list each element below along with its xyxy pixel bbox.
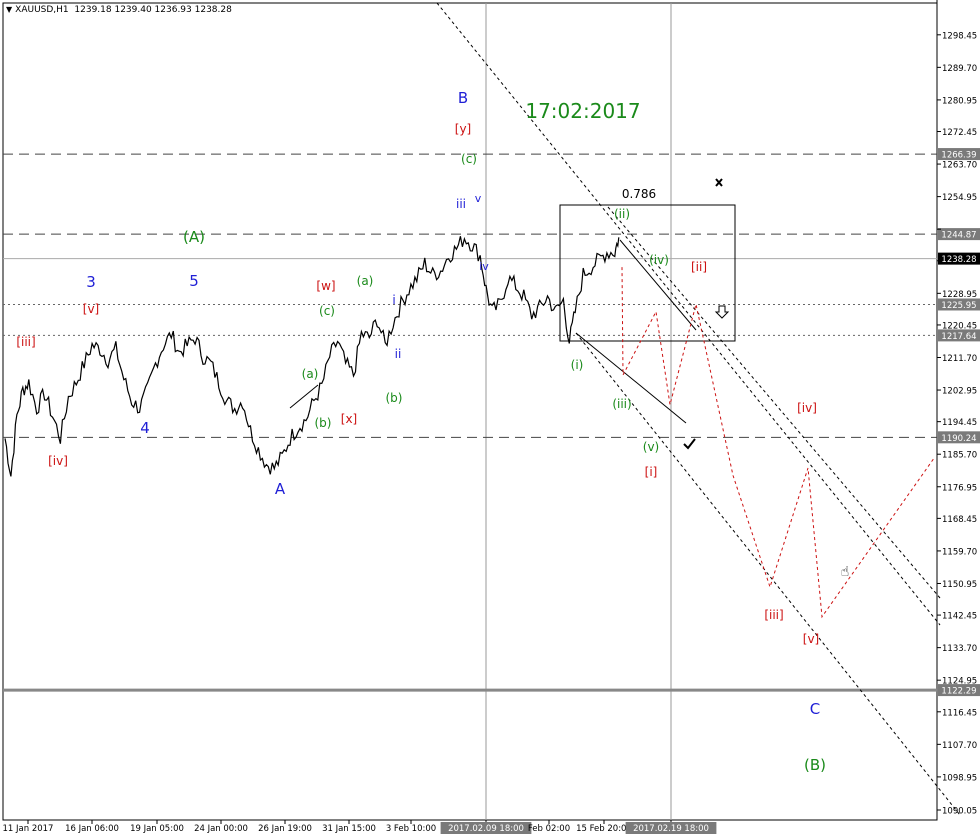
trend-line-upper	[436, 2, 941, 626]
wave-label-10: [v]	[83, 302, 99, 316]
y-tick-label: 1133.70	[942, 644, 977, 654]
wave-label-11: [iii]	[16, 335, 35, 349]
level-tag-1238.28: 1238.28	[941, 255, 976, 265]
wave-label-9: A	[275, 480, 286, 498]
wave-label-16: (c)	[319, 304, 335, 318]
y-tick-label: 1185.70	[942, 451, 977, 461]
y-tick-label: 1124.95	[942, 677, 977, 687]
wave-label-31: [ii]	[691, 260, 707, 274]
wave-label-28: (iii)	[612, 397, 631, 411]
hand-pointer-icon: ☝	[841, 564, 850, 580]
level-tag-1217.64: 1217.64	[941, 332, 976, 342]
wave-label-34: [v]	[803, 632, 819, 646]
y-tick-label: 1142.45	[942, 612, 977, 622]
level-tag-1122.29: 1122.29	[941, 687, 976, 697]
level-tag-1266.39: 1266.39	[941, 151, 976, 161]
trend-line-channel-bottom	[575, 332, 961, 816]
y-tick-label: 1289.70	[942, 64, 977, 74]
x-tick-label: Feb 02:00	[528, 824, 570, 834]
wave-label-29: (v)	[643, 440, 659, 454]
wave-label-22: iii	[456, 197, 466, 211]
y-tick-label: 1194.45	[942, 418, 977, 428]
y-tick-label: 1116.45	[942, 708, 977, 718]
wave-label-23: v	[475, 192, 482, 205]
x-tick-label: 11 Jan 2017	[3, 824, 54, 834]
y-tick-label: 1090.05	[942, 807, 977, 817]
x-tick-label: 31 Jan 15:00	[322, 824, 376, 834]
projection-path	[621, 267, 936, 619]
close-x-icon	[715, 178, 723, 187]
y-tick-label: 1098.95	[942, 773, 977, 783]
y-tick-label: 1254.95	[942, 193, 977, 203]
wave-label-13: [w]	[316, 279, 335, 293]
y-tick-label: 1150.95	[942, 580, 977, 590]
wave-label-1: 0.786	[622, 187, 656, 201]
wave-label-36: (B)	[804, 756, 826, 774]
x-tick-label: 26 Jan 19:00	[258, 824, 312, 834]
wave-label-5: (A)	[183, 228, 205, 246]
wave-label-19: (b)	[315, 416, 332, 430]
wave-label-24: iv	[479, 260, 489, 273]
wave-label-6: 3	[86, 273, 96, 291]
x-tick-label: 3 Feb 10:00	[386, 824, 436, 834]
y-tick-label: 1159.70	[942, 547, 977, 557]
wave-label-14: [x]	[341, 412, 357, 426]
y-tick-label: 1202.95	[942, 387, 977, 397]
y-tick-label: 1272.45	[942, 128, 977, 138]
checkmark-icon	[683, 438, 696, 450]
level-tag-1190.24: 1190.24	[941, 434, 976, 444]
x-tick-label: 15 Feb 20:00	[576, 824, 632, 834]
y-tick-label: 1176.95	[942, 483, 977, 493]
price-line	[4, 236, 620, 477]
y-tick-label: 1220.45	[942, 321, 977, 331]
wave-label-15: (a)	[357, 274, 374, 288]
wave-label-0: 17:02:2017	[525, 99, 640, 123]
x-tick-label: 24 Jan 00:00	[194, 824, 248, 834]
wave-label-3: [y]	[455, 122, 471, 136]
wave-label-30: [i]	[645, 465, 658, 479]
wave-label-35: C	[810, 700, 820, 718]
wave-label-33: [iv]	[797, 401, 817, 415]
y-tick-label: 1298.45	[942, 31, 977, 41]
price-chart[interactable]: 1266.39 1244.87 1238.28 1225.95 1217.64 1190.…	[0, 0, 980, 838]
wave-label-18: (b)	[386, 391, 403, 405]
wave-label-27: (i)	[571, 358, 584, 372]
wave-label-12: [iv]	[48, 454, 68, 468]
wave-label-26: (iv)	[649, 253, 669, 267]
wave-label-32: [iii]	[764, 608, 783, 622]
wave-label-8: 4	[140, 419, 150, 437]
wave-label-17: (a)	[302, 367, 319, 381]
wave-label-2: B	[458, 89, 468, 107]
x-tick-label: 19 Jan 05:00	[130, 824, 184, 834]
level-tag-1225.95: 1225.95	[941, 301, 976, 311]
y-tick-label: 1263.70	[942, 161, 977, 171]
y-tick-label: 1168.45	[942, 515, 977, 525]
wave-label-25: (ii)	[614, 207, 630, 221]
x-tick-label: 2017.02.09 18:00	[448, 824, 524, 834]
wave-label-7: 5	[189, 272, 199, 290]
level-tag-1244.87: 1244.87	[941, 231, 976, 241]
y-tick-label: 1228.95	[942, 290, 977, 300]
y-tick-label: 1211.70	[942, 354, 977, 364]
arrow-down-icon	[714, 305, 730, 319]
x-tick-label: 16 Jan 06:00	[65, 824, 119, 834]
wave-label-21: ii	[395, 347, 402, 361]
x-tick-label: 2017.02.19 18:00	[633, 824, 709, 834]
y-tick-label: 1107.70	[942, 741, 977, 751]
trend-line-small	[289, 384, 319, 409]
y-tick-label: 1280.95	[942, 96, 977, 106]
wave-label-20: i	[392, 293, 395, 307]
wave-label-4: (c)	[461, 152, 477, 166]
